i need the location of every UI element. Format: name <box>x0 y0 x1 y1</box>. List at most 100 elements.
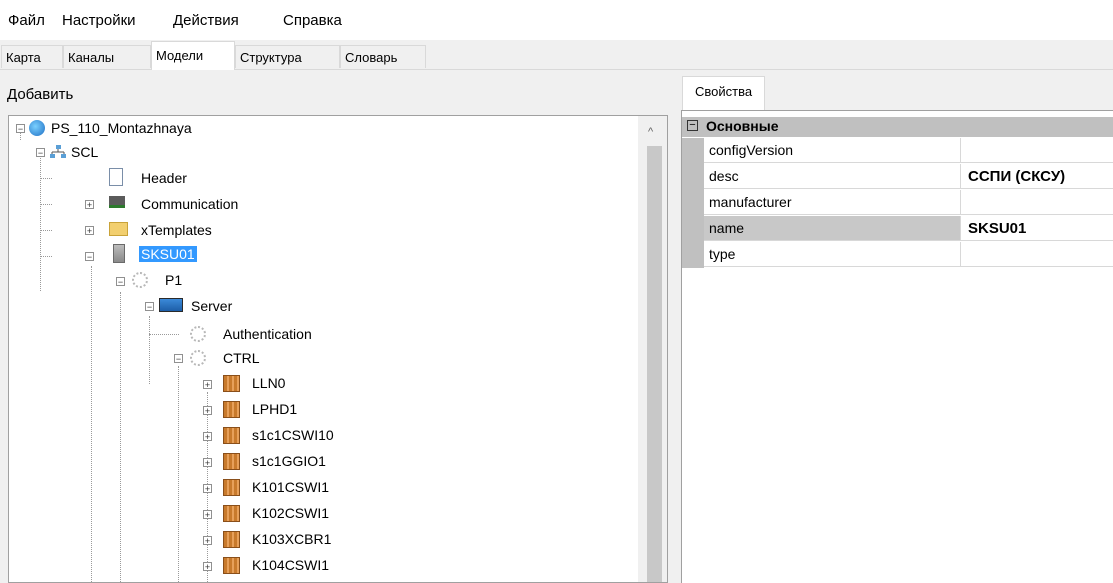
logical-node-icon <box>223 479 240 496</box>
tab-channels[interactable]: Каналы <box>63 45 151 68</box>
tree-line <box>40 256 52 257</box>
tree-line <box>91 266 92 582</box>
expand-toggle[interactable]: + <box>203 484 212 494</box>
category-row[interactable]: − Основные <box>682 117 1113 137</box>
logical-node-icon <box>223 427 240 444</box>
expand-toggle[interactable]: + <box>85 226 94 236</box>
tree-node-p1[interactable]: P1 <box>165 272 182 288</box>
network-icon <box>50 145 66 159</box>
collapse-toggle[interactable]: − <box>16 124 25 134</box>
tree-node-header[interactable]: Header <box>141 170 187 186</box>
property-value[interactable] <box>960 190 1113 215</box>
row-gutter <box>682 216 704 242</box>
add-button[interactable]: Добавить <box>7 86 73 103</box>
menu-actions[interactable]: Действия <box>173 12 239 29</box>
scrollbar-thumb[interactable] <box>647 146 662 582</box>
menu-settings[interactable]: Настройки <box>62 12 136 29</box>
tree-node-authentication[interactable]: Authentication <box>223 326 312 342</box>
logical-node-icon <box>223 557 240 574</box>
tree-node-root[interactable]: PS_110_Montazhnaya <box>51 120 192 136</box>
tree-node-server[interactable]: Server <box>191 298 232 314</box>
tree-line <box>40 204 52 205</box>
tree-line <box>40 230 52 231</box>
expand-toggle[interactable]: + <box>203 536 212 546</box>
expand-toggle[interactable]: + <box>203 510 212 520</box>
tree-scrollbar[interactable]: ^ <box>638 116 667 582</box>
monitor-icon <box>159 298 183 312</box>
expand-toggle[interactable]: + <box>203 562 212 572</box>
property-value[interactable] <box>960 138 1113 163</box>
main-tabs: Карта Каналы Модели Структура Словарь <box>0 40 1113 70</box>
logical-device-icon <box>190 350 206 366</box>
expand-toggle[interactable]: + <box>203 432 212 442</box>
tree-node-ln[interactable]: LLN0 <box>252 375 285 391</box>
tree-node-ln[interactable]: K104CSWI1 <box>252 557 329 573</box>
scroll-up-icon[interactable]: ^ <box>648 126 653 138</box>
tree-line <box>40 153 41 291</box>
logical-node-icon <box>223 505 240 522</box>
property-row[interactable]: manufacturer <box>682 190 1113 216</box>
menu-file[interactable]: Файл <box>8 12 45 29</box>
property-row[interactable]: desc ССПИ (СКСУ) <box>682 164 1113 190</box>
tree-line <box>149 334 179 335</box>
expand-toggle[interactable]: + <box>203 458 212 468</box>
tree-line <box>40 178 52 179</box>
tree-node-xtemplates[interactable]: xTemplates <box>141 222 212 238</box>
tab-map[interactable]: Карта <box>1 45 63 68</box>
row-gutter <box>682 138 704 164</box>
expand-toggle[interactable]: + <box>203 380 212 390</box>
tree-node-ln[interactable]: K101CSWI1 <box>252 479 329 495</box>
property-row[interactable]: configVersion <box>682 138 1113 164</box>
property-name: name <box>704 216 960 241</box>
menu-help[interactable]: Справка <box>283 12 342 29</box>
model-tree[interactable]: − PS_110_Montazhnaya − SCL Header + Comm… <box>8 115 668 583</box>
tab-properties[interactable]: Свойства <box>682 76 766 110</box>
tree-node-communication[interactable]: Communication <box>141 196 238 212</box>
property-value[interactable]: ССПИ (СКСУ) <box>960 164 1113 189</box>
collapse-toggle[interactable]: − <box>145 302 154 312</box>
property-row[interactable]: type <box>682 242 1113 268</box>
document-icon <box>109 168 123 186</box>
property-value[interactable]: SKSU01 <box>960 216 1113 241</box>
tree-node-scl[interactable]: SCL <box>71 144 98 160</box>
tree-node-ctrl[interactable]: CTRL <box>223 350 260 366</box>
property-row[interactable]: name SKSU01 <box>682 216 1113 242</box>
tab-dictionary[interactable]: Словарь <box>340 45 426 68</box>
logical-node-icon <box>223 531 240 548</box>
tree-node-ln[interactable]: s1c1GGIO1 <box>252 453 326 469</box>
collapse-toggle[interactable]: − <box>116 277 125 287</box>
property-name: configVersion <box>704 138 960 163</box>
property-grid[interactable]: − Основные configVersion desc ССПИ (СКСУ… <box>681 110 1113 583</box>
property-name: manufacturer <box>704 190 960 215</box>
tab-models[interactable]: Модели <box>151 41 235 70</box>
tree-line <box>120 292 121 582</box>
category-label: Основные <box>706 118 779 134</box>
tree-node-ln[interactable]: K103XCBR1 <box>252 531 331 547</box>
property-name: type <box>704 242 960 267</box>
collapse-toggle[interactable]: − <box>687 120 698 131</box>
tree-node-ln[interactable]: s1c1CSWI10 <box>252 427 334 443</box>
expand-toggle[interactable]: + <box>85 200 94 210</box>
tree-node-ied[interactable]: SKSU01 <box>139 246 197 262</box>
folder-icon <box>109 222 128 236</box>
collapse-toggle[interactable]: − <box>36 148 45 158</box>
tree-line <box>149 316 150 384</box>
properties-pane: Свойства − Основные configVersion desc С… <box>681 70 1113 583</box>
globe-icon <box>29 120 45 136</box>
row-gutter <box>682 242 704 268</box>
collapse-toggle[interactable]: − <box>85 252 94 262</box>
expand-toggle[interactable]: + <box>203 406 212 416</box>
property-name: desc <box>704 164 960 189</box>
auth-icon <box>190 326 206 342</box>
row-gutter <box>682 164 704 190</box>
tree-node-ln[interactable]: LPHD1 <box>252 401 297 417</box>
add-toolbar: Добавить <box>0 70 676 110</box>
collapse-toggle[interactable]: − <box>174 354 183 364</box>
tree-node-ln[interactable]: K102CSWI1 <box>252 505 329 521</box>
property-value[interactable] <box>960 242 1113 267</box>
access-point-icon <box>132 272 148 288</box>
server-icon <box>113 244 125 263</box>
logical-node-icon <box>223 375 240 392</box>
menu-bar: Файл Настройки Действия Справка <box>0 0 1113 40</box>
tab-structure[interactable]: Структура <box>235 45 340 68</box>
